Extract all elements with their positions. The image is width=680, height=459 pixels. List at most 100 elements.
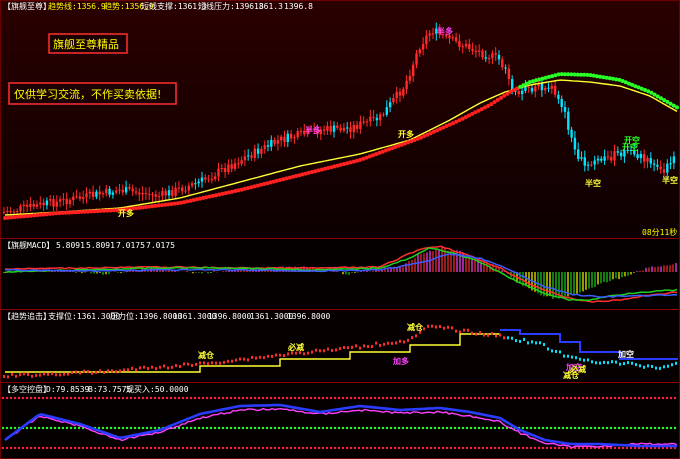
level-dot	[353, 396, 357, 400]
level-dot	[301, 426, 305, 430]
level-dot	[73, 396, 77, 400]
level-dot	[561, 396, 565, 400]
trend-mark	[355, 344, 357, 348]
level-dot	[33, 426, 37, 430]
candle-body	[346, 127, 349, 129]
level-dot	[113, 426, 117, 430]
level-dot	[521, 396, 525, 400]
candle-body	[105, 188, 108, 194]
level-dot	[613, 396, 617, 400]
trend-mark	[587, 358, 589, 362]
candle-body	[270, 139, 273, 147]
level-dot	[669, 396, 673, 400]
candle-body	[590, 164, 593, 166]
futures-chart[interactable]: 开多半多 开多半多开空开空半空 半空 减仓必减减仓加多加空减仓必减加空 【旗舰至尊】…	[0, 0, 680, 459]
candle-body	[78, 196, 82, 199]
trend-mark	[395, 341, 397, 345]
level-dot	[285, 426, 289, 430]
trend-mark	[91, 371, 93, 375]
trend-mark	[159, 365, 161, 369]
level-dot	[45, 426, 49, 430]
trend-mark	[83, 369, 85, 373]
candle-body	[98, 191, 101, 195]
level-dot	[149, 396, 153, 400]
candle-body	[220, 168, 223, 169]
candle-body	[138, 192, 141, 195]
level-dot	[601, 426, 605, 430]
trend-mark	[119, 369, 121, 373]
level-dot	[341, 446, 345, 450]
trend-mark	[219, 361, 221, 365]
candle-body	[233, 163, 237, 169]
candle-body	[240, 160, 243, 164]
level-dot	[493, 446, 497, 450]
trend-mark	[631, 361, 633, 365]
level-dot	[445, 396, 449, 400]
trend-mark	[527, 341, 529, 345]
level-dot	[17, 446, 21, 450]
level-dot	[129, 446, 133, 450]
level-dot	[397, 446, 401, 450]
candle-body	[134, 191, 138, 193]
control-item-3: 观买入:50.0000	[126, 385, 189, 394]
candle-body	[65, 198, 68, 205]
trend-mark	[259, 355, 261, 359]
level-dot	[53, 396, 57, 400]
level-dot	[337, 396, 341, 400]
level-dot	[229, 446, 233, 450]
level-dot	[425, 426, 429, 430]
level-dot	[261, 396, 265, 400]
trend-mark	[635, 363, 637, 367]
level-dot	[321, 446, 325, 450]
level-dot	[225, 446, 229, 450]
level-dot	[113, 396, 117, 400]
level-dot	[281, 426, 285, 430]
level-dot	[101, 446, 105, 450]
level-dot	[649, 426, 653, 430]
candle-body	[372, 116, 375, 118]
level-dot	[565, 446, 569, 450]
trend-mark	[423, 327, 425, 331]
level-dot	[313, 426, 317, 430]
level-dot	[69, 396, 73, 400]
level-dot	[365, 396, 369, 400]
level-dot	[317, 396, 321, 400]
level-dot	[241, 396, 245, 400]
candle-body	[359, 121, 362, 129]
level-dot	[385, 426, 389, 430]
trend-mark	[371, 345, 373, 348]
trend-mark	[443, 326, 445, 330]
candle-body	[207, 179, 210, 181]
level-dot	[93, 396, 97, 400]
level-dot	[633, 446, 637, 450]
level-dot	[249, 446, 253, 450]
level-dot	[573, 396, 577, 400]
level-dot	[545, 396, 549, 400]
level-dot	[529, 426, 533, 430]
trend-mark	[555, 350, 557, 353]
level-dot	[517, 446, 521, 450]
level-dot	[165, 396, 169, 400]
level-dot	[449, 446, 453, 450]
level-dot	[209, 396, 213, 400]
level-dot	[221, 426, 225, 430]
trend-mark	[459, 330, 461, 334]
level-dot	[153, 446, 157, 450]
candle-body	[237, 163, 240, 165]
level-dot	[197, 396, 201, 400]
trend-mark	[583, 358, 585, 362]
level-dot	[537, 426, 541, 430]
level-dot	[361, 446, 365, 450]
level-dot	[265, 396, 269, 400]
level-dot	[569, 396, 573, 400]
candle-body	[256, 148, 260, 154]
trend-mark	[195, 362, 197, 366]
candle-body	[646, 158, 649, 162]
candle-body	[577, 149, 580, 159]
level-dot	[273, 446, 277, 450]
level-dot	[337, 426, 341, 430]
level-dot	[309, 396, 313, 400]
candle-body	[296, 131, 299, 138]
level-dot	[673, 426, 677, 430]
candle-body	[35, 204, 39, 207]
